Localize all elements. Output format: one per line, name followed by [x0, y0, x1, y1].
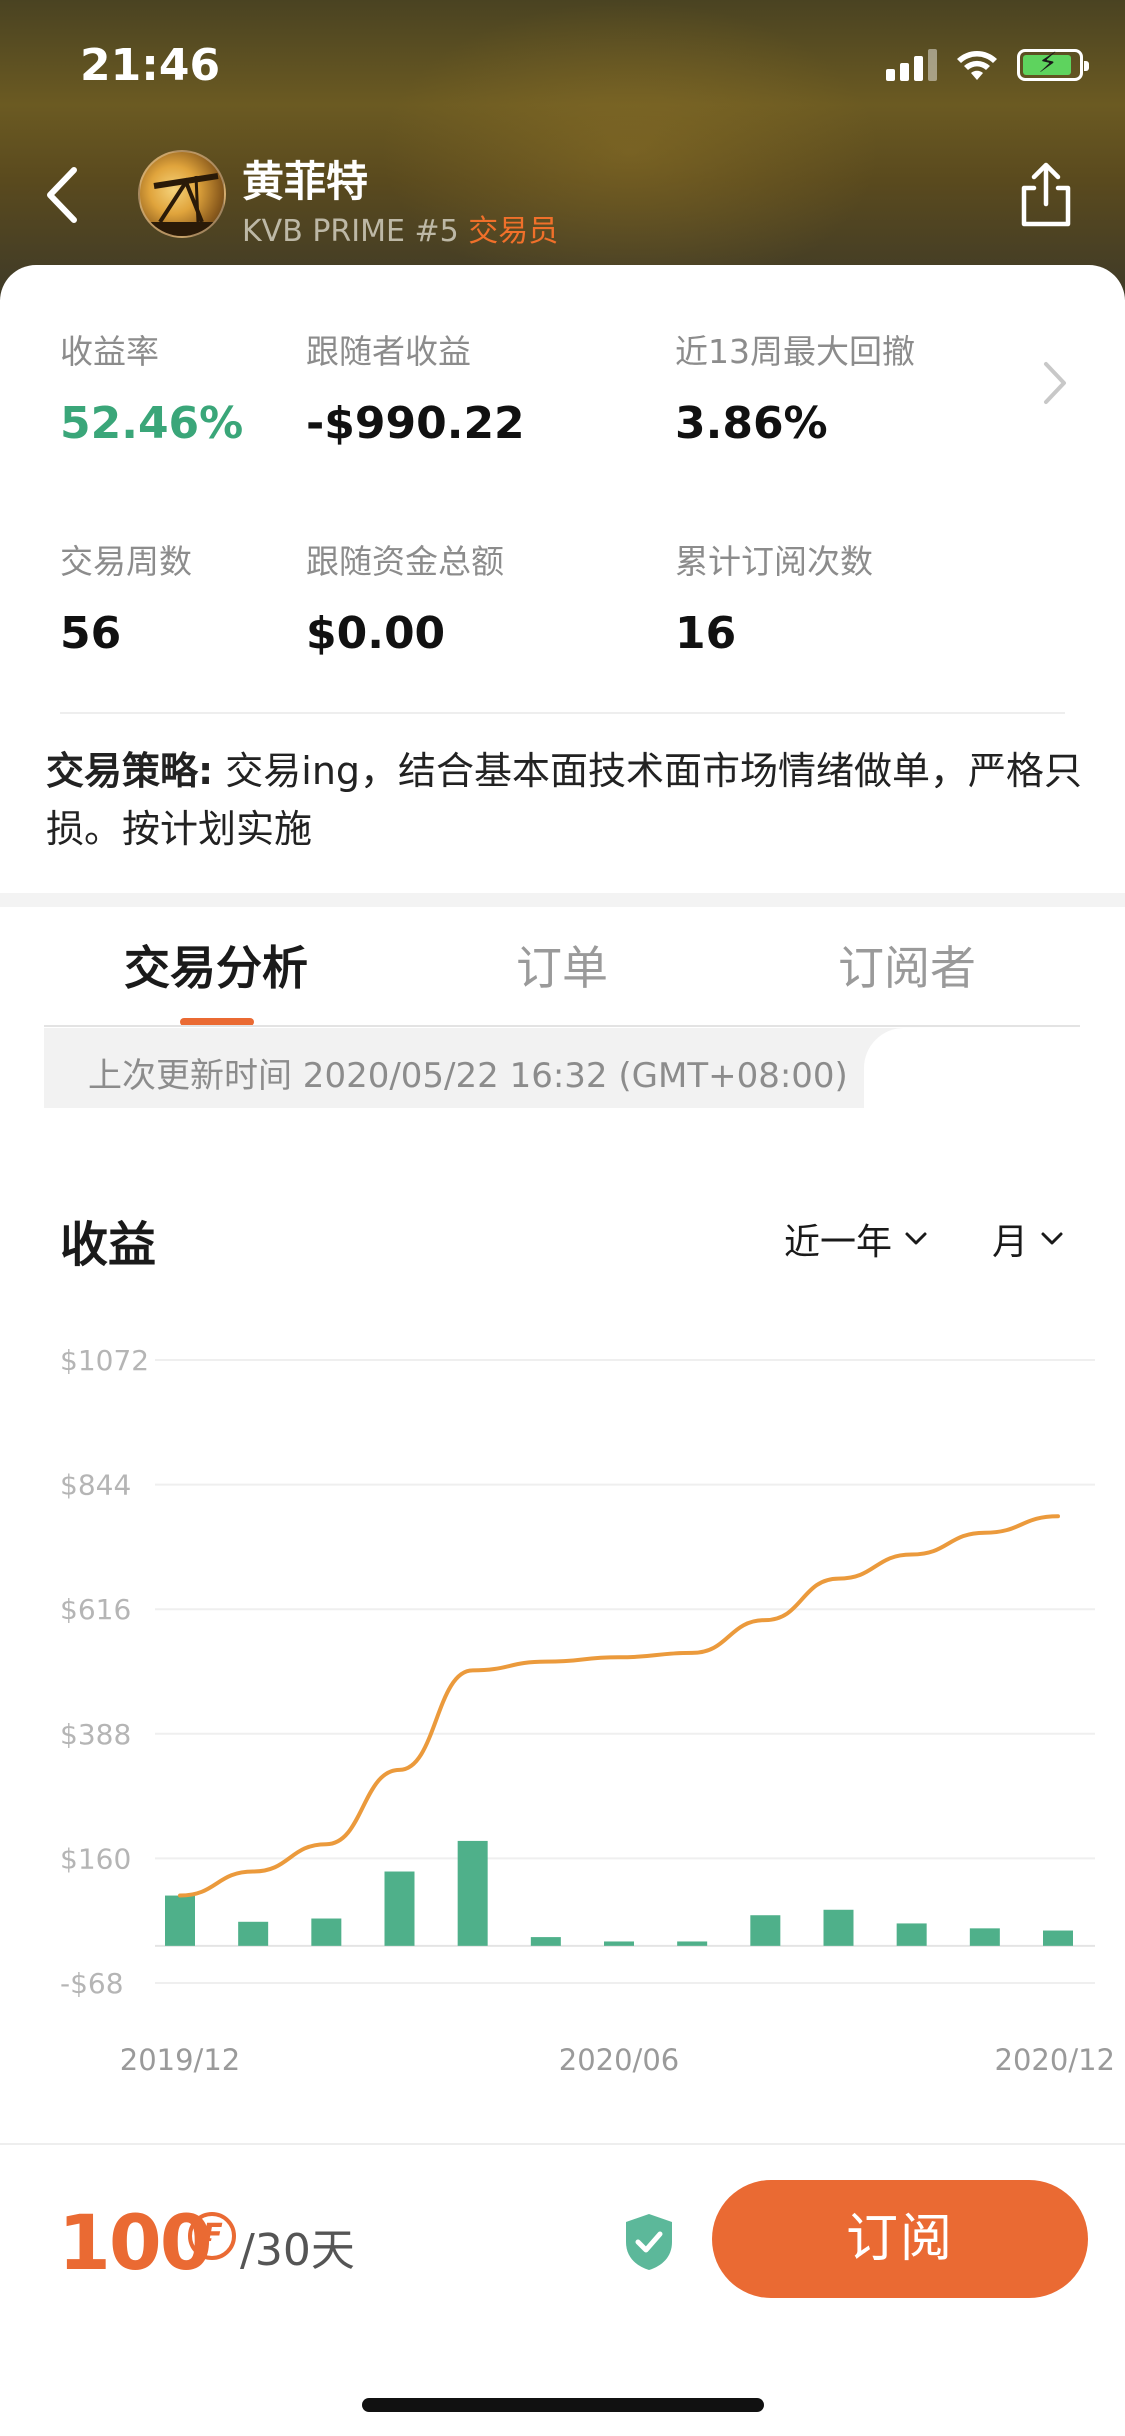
bar: [384, 1871, 415, 1946]
chevron-right-icon[interactable]: [1040, 358, 1070, 408]
y-tick-label: -$68: [60, 1967, 124, 2000]
shield-check-icon[interactable]: [622, 2212, 676, 2272]
x-tick-label: 2020/06: [559, 2043, 679, 2077]
tab-trading-analysis[interactable]: 交易分析: [124, 932, 308, 998]
status-icons: ⚡: [886, 48, 1089, 82]
granularity-dropdown[interactable]: 月: [992, 1213, 1064, 1265]
profit-section-title: 收益: [60, 1217, 157, 1273]
bar: [165, 1895, 195, 1946]
follower-profit-label: 跟随者收益: [306, 332, 471, 371]
bar: [530, 1937, 561, 1946]
bar: [238, 1921, 269, 1946]
return-rate-label: 收益率: [60, 332, 159, 371]
profit-chart: $1072 $844 $616 $388 $160 -$68 2019/12 2020/06 2…: [60, 1344, 1115, 2077]
price-unit: /30天: [240, 2225, 355, 2276]
footer-divider: [0, 2143, 1125, 2145]
granularity-dropdown-label: 月: [992, 1222, 1029, 1263]
battery-icon: ⚡: [1017, 49, 1089, 81]
section-separator: [0, 893, 1125, 907]
tab-subscribers[interactable]: 订阅者: [838, 932, 976, 998]
avatar[interactable]: [138, 150, 226, 238]
divider: [60, 712, 1065, 714]
follower-profit-value: -$990.22: [306, 398, 525, 449]
max-drawdown-label: 近13周最大回撤: [675, 332, 915, 371]
tab-orders[interactable]: 订单: [516, 932, 608, 998]
trading-weeks-label: 交易周数: [60, 542, 192, 581]
tab-divider: [44, 1025, 1080, 1027]
trading-weeks-value: 56: [60, 608, 122, 659]
y-tick-label: $844: [60, 1469, 131, 1502]
bar: [750, 1915, 781, 1946]
wifi-icon: [957, 51, 997, 80]
y-tick-label: $388: [60, 1718, 131, 1751]
follow-funds-label: 跟随资金总额: [306, 542, 504, 581]
last-update-text: 上次更新时间 2020/05/22 16:32 (GMT+08:00): [88, 1056, 848, 1096]
subscriptions-value: 16: [675, 608, 737, 659]
chevron-down-icon: [905, 1232, 927, 1245]
max-drawdown-value: 3.86%: [675, 398, 828, 449]
status-time: 21:46: [80, 40, 221, 91]
profile-header: 21:46 ⚡ 黄菲特 KVB PRIME #5 交易员: [0, 0, 1125, 300]
bar: [677, 1941, 708, 1946]
bar: [604, 1941, 634, 1946]
trader-rank: KVB PRIME #5: [242, 214, 459, 249]
bar: [823, 1909, 854, 1946]
trader-role: 交易员: [468, 214, 559, 249]
profit-line: [178, 1514, 1060, 1898]
period-dropdown[interactable]: 近一年: [784, 1213, 928, 1265]
x-tick-label: 2019/12: [120, 2043, 240, 2077]
coin-icon: ₣: [188, 2212, 236, 2260]
bar: [896, 1923, 927, 1946]
bar: [1043, 1930, 1073, 1946]
trader-subtitle: KVB PRIME #5 交易员: [242, 206, 558, 250]
home-indicator: [362, 2398, 764, 2412]
back-icon[interactable]: [38, 160, 88, 230]
bar: [457, 1840, 488, 1946]
y-tick-label: $616: [60, 1593, 131, 1626]
return-rate-value: 52.46%: [60, 398, 244, 449]
subscription-price: 100: [58, 2198, 213, 2287]
y-tick-label: $160: [60, 1842, 131, 1875]
trading-strategy: 交易策略: 交易ing，结合基本面技术面市场情绪做单，严格只损。按计划实施: [46, 742, 1086, 858]
strategy-label: 交易策略:: [46, 749, 214, 793]
bar: [311, 1918, 342, 1946]
period-dropdown-label: 近一年: [784, 1222, 893, 1263]
follow-funds-value: $0.00: [306, 608, 446, 659]
cellular-signal-icon: [886, 49, 937, 81]
trader-name: 黄菲特: [242, 157, 369, 206]
x-tick-label: 2020/12: [995, 2043, 1115, 2077]
share-icon[interactable]: [1016, 160, 1076, 230]
subscribe-button[interactable]: 订阅: [712, 2180, 1088, 2298]
chevron-down-icon: [1041, 1232, 1063, 1245]
y-tick-label: $1072: [60, 1344, 149, 1377]
bar: [969, 1928, 1000, 1946]
subscriptions-label: 累计订阅次数: [675, 542, 873, 581]
